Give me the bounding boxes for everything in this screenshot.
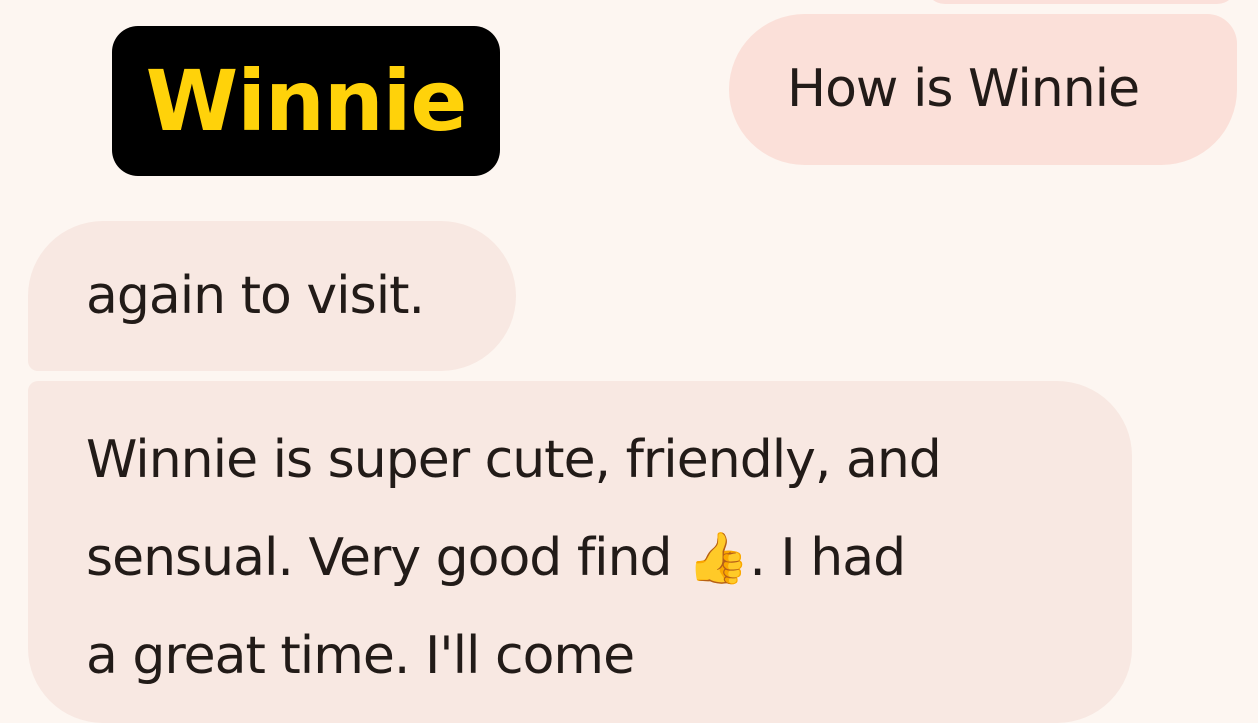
previous-message-bubble — [925, 0, 1237, 4]
incoming-message-bubble[interactable]: again to visit. — [28, 221, 516, 371]
message-text: a great time. I'll come — [86, 626, 635, 686]
message-text: Winnie is super cute, friendly, and — [86, 430, 942, 490]
incoming-message-bubble[interactable]: Winnie is super cute, friendly, and sens… — [28, 381, 1132, 723]
outgoing-message-bubble[interactable]: How is Winnie — [729, 14, 1237, 165]
message-line: a great time. I'll come — [86, 607, 1092, 705]
message-text: . I had — [749, 528, 906, 588]
contact-name-label: Winnie — [112, 26, 500, 176]
message-text: sensual. Very good find — [86, 528, 673, 588]
message-text: How is Winnie — [787, 59, 1140, 119]
message-text: again to visit. — [86, 266, 425, 326]
message-line: sensual. Very good find 👍. I had — [86, 509, 1092, 607]
thumbs-up-icon: 👍 — [687, 529, 750, 587]
message-line: Winnie is super cute, friendly, and — [86, 411, 1092, 509]
